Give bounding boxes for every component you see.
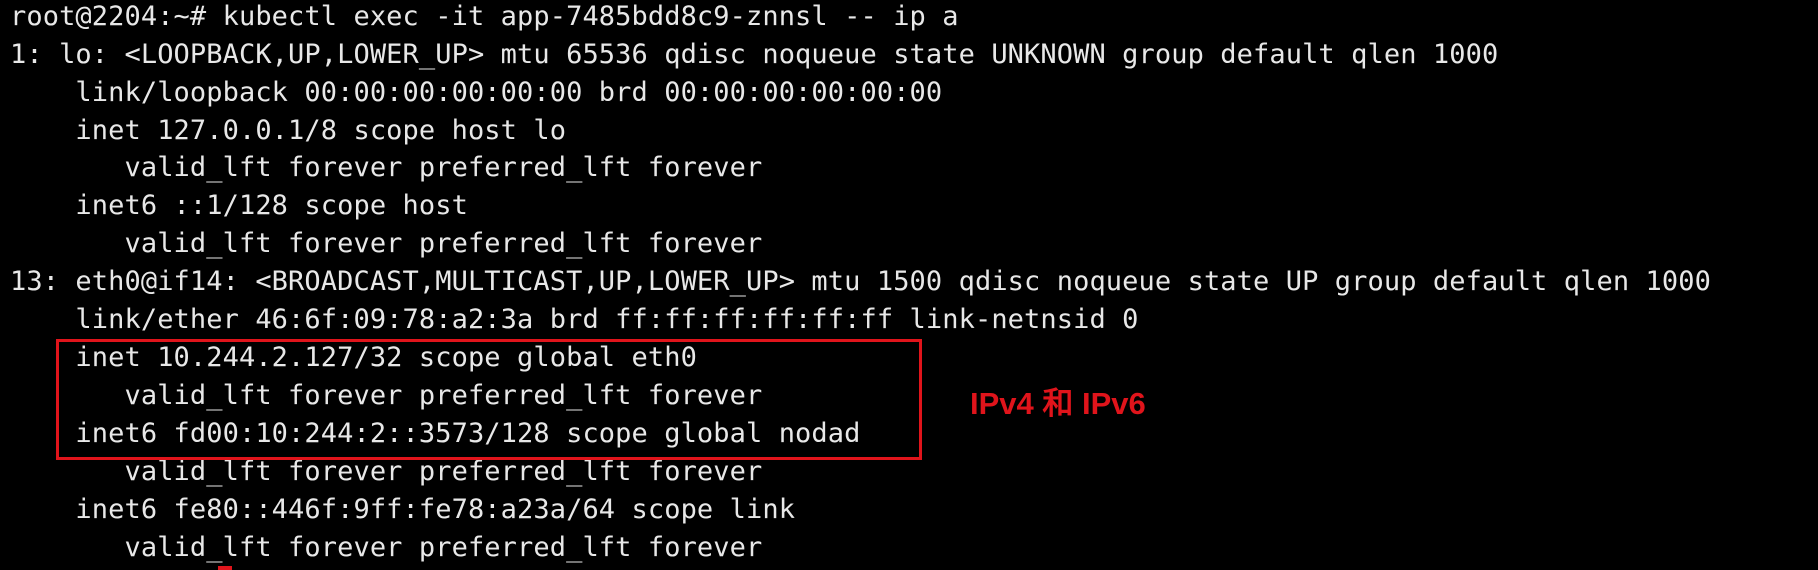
- terminal-output-line: inet6 ::1/128 scope host: [10, 190, 468, 221]
- terminal-output-line: valid_lft forever preferred_lft forever: [10, 152, 763, 183]
- terminal-output-line: link/loopback 00:00:00:00:00:00 brd 00:0…: [10, 77, 943, 108]
- terminal-output-line: link/ether 46:6f:09:78:a2:3a brd ff:ff:f…: [10, 304, 1139, 335]
- cursor-mark: [218, 566, 232, 570]
- terminal-output-line: valid_lft forever preferred_lft forever: [10, 228, 763, 259]
- terminal-output-line: 1: lo: <LOOPBACK,UP,LOWER_UP> mtu 65536 …: [10, 39, 1499, 70]
- terminal-window[interactable]: root@2204:~# kubectl exec -it app-7485bd…: [0, 0, 1818, 570]
- terminal-command-line: root@2204:~# kubectl exec -it app-7485bd…: [10, 1, 959, 32]
- terminal-output-line: 13: eth0@if14: <BROADCAST,MULTICAST,UP,L…: [10, 266, 1711, 297]
- terminal-output-line: inet6 fe80::446f:9ff:fe78:a23a/64 scope …: [10, 494, 796, 525]
- ipv4-ipv6-annotation: IPv4 和 IPv6: [970, 386, 1146, 421]
- terminal-output-line: valid_lft forever preferred_lft forever: [10, 532, 763, 563]
- ip-address-highlight-box: [56, 339, 922, 460]
- terminal-output-line: inet 127.0.0.1/8 scope host lo: [10, 115, 567, 146]
